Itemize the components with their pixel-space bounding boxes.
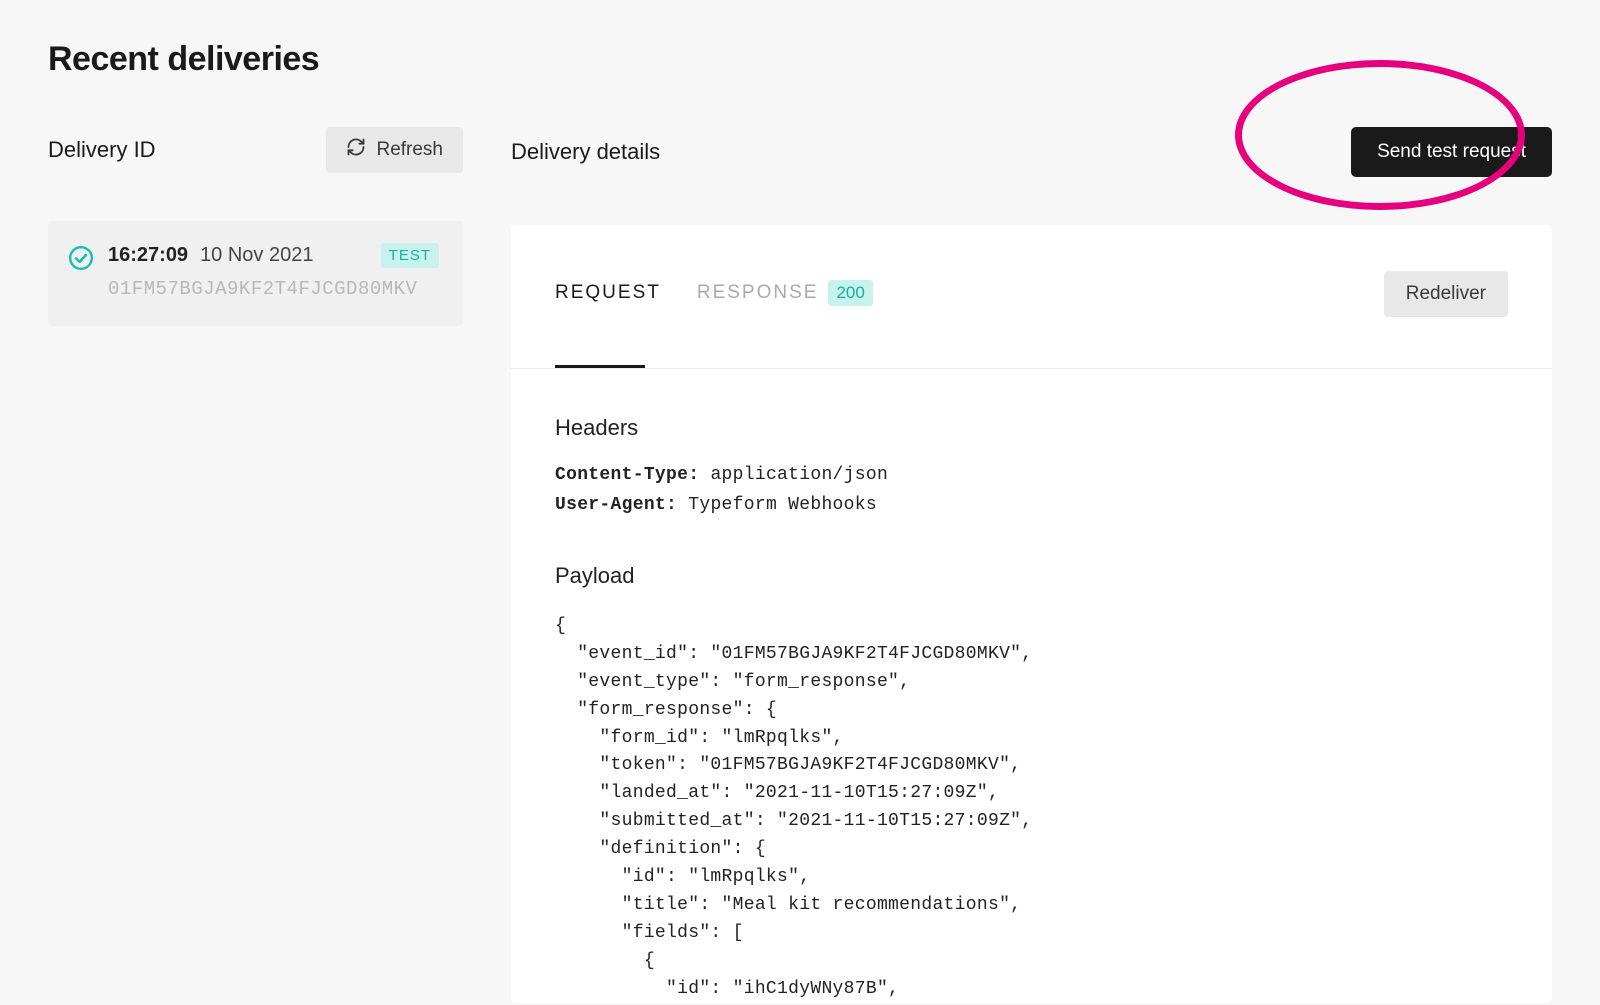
header-value: Typeform Webhooks bbox=[688, 495, 877, 515]
response-status-badge: 200 bbox=[828, 280, 872, 306]
header-key: Content-Type: bbox=[555, 465, 699, 485]
delivery-time: 16:27:09 bbox=[108, 244, 188, 267]
delivery-id-value: 01FM57BGJA9KF2T4FJCGD80MKV bbox=[108, 278, 439, 300]
delivery-item[interactable]: 16:27:09 10 Nov 2021 TEST 01FM57BGJA9KF2… bbox=[48, 221, 463, 326]
send-test-request-button[interactable]: Send test request bbox=[1351, 127, 1552, 177]
header-row: Content-Type: application/json bbox=[555, 465, 1508, 485]
tab-response[interactable]: RESPONSE 200 bbox=[697, 280, 873, 308]
delivery-details-label: Delivery details bbox=[511, 139, 660, 165]
tab-request[interactable]: REQUEST bbox=[555, 282, 661, 306]
tab-response-label: RESPONSE bbox=[697, 282, 819, 304]
refresh-label: Refresh bbox=[376, 139, 443, 161]
refresh-button[interactable]: Refresh bbox=[326, 127, 463, 173]
detail-panel: REQUEST RESPONSE 200 Redeliver Headers C… bbox=[511, 225, 1552, 1003]
payload-body: { "event_id": "01FM57BGJA9KF2T4FJCGD80MK… bbox=[555, 613, 1508, 1003]
delivery-date: 10 Nov 2021 bbox=[200, 244, 313, 267]
header-value: application/json bbox=[710, 465, 888, 485]
success-check-icon bbox=[68, 245, 94, 271]
delivery-id-label: Delivery ID bbox=[48, 137, 156, 163]
redeliver-button[interactable]: Redeliver bbox=[1384, 271, 1508, 317]
payload-heading: Payload bbox=[555, 563, 1508, 589]
active-tab-indicator bbox=[555, 365, 645, 368]
headers-heading: Headers bbox=[555, 415, 1508, 441]
header-key: User-Agent: bbox=[555, 495, 677, 515]
refresh-icon bbox=[346, 137, 366, 163]
test-badge: TEST bbox=[381, 243, 439, 268]
header-row: User-Agent: Typeform Webhooks bbox=[555, 495, 1508, 515]
page-title: Recent deliveries bbox=[48, 40, 1552, 79]
